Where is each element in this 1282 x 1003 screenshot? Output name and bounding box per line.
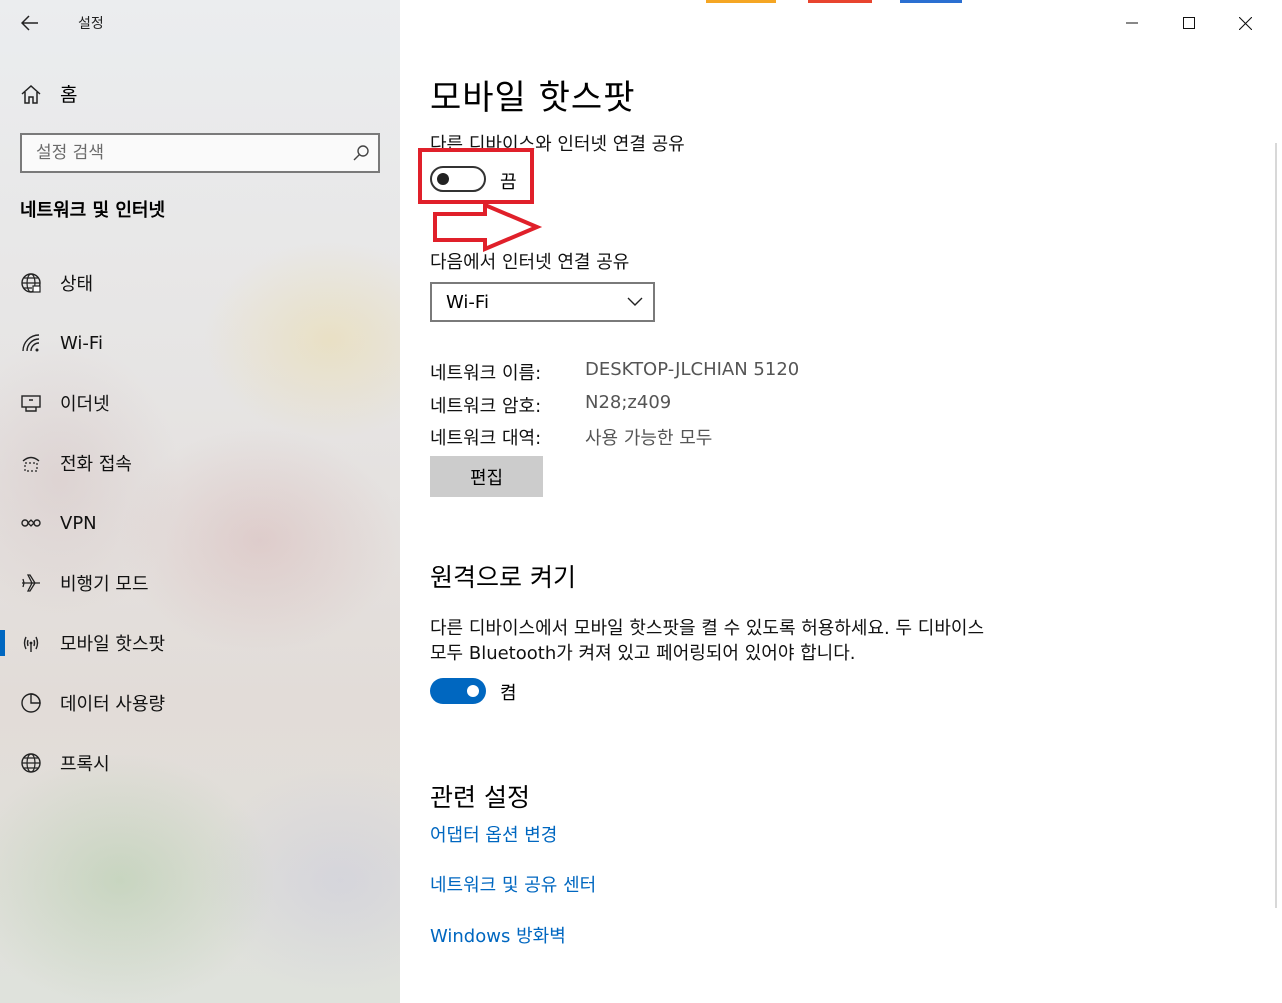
back-arrow-icon bbox=[21, 15, 38, 31]
maximize-icon bbox=[1182, 17, 1195, 29]
remote-toggle-label: 켬 bbox=[500, 683, 517, 704]
remote-toggle[interactable] bbox=[430, 678, 486, 704]
home-icon bbox=[21, 84, 41, 104]
related-settings-title: 관련 설정 bbox=[430, 783, 530, 812]
dropdown-value: Wi-Fi bbox=[446, 291, 489, 313]
maximize-button[interactable] bbox=[1160, 0, 1217, 46]
globe-status-icon bbox=[21, 273, 41, 293]
background-window-edge bbox=[900, 0, 962, 3]
sidebar-item-dialup[interactable]: 전화 접속 bbox=[0, 433, 400, 493]
sidebar-item-label: 프록시 bbox=[60, 754, 110, 775]
sidebar-item-wifi[interactable]: Wi-Fi bbox=[0, 313, 400, 373]
sidebar: 설정 홈 네트워크 및 인터넷 상태 W bbox=[0, 0, 400, 1003]
sidebar-item-label: 모바일 핫스팟 bbox=[60, 634, 166, 655]
sidebar-item-status[interactable]: 상태 bbox=[0, 253, 400, 313]
ethernet-icon bbox=[21, 395, 41, 412]
sidebar-item-proxy[interactable]: 프록시 bbox=[0, 733, 400, 793]
network-band-value: 사용 가능한 모두 bbox=[585, 428, 713, 449]
sidebar-home[interactable]: 홈 bbox=[20, 80, 77, 107]
proxy-globe-icon bbox=[21, 753, 41, 773]
background-window-edge bbox=[808, 0, 872, 3]
remote-title: 원격으로 켜기 bbox=[430, 563, 576, 592]
window-controls bbox=[1103, 0, 1274, 46]
share-from-dropdown[interactable]: Wi-Fi bbox=[430, 282, 655, 322]
search-box[interactable] bbox=[20, 133, 380, 173]
vpn-icon bbox=[21, 519, 41, 527]
close-button[interactable] bbox=[1217, 0, 1274, 46]
airplane-icon bbox=[22, 574, 40, 592]
link-adapter-options[interactable]: 어댑터 옵션 변경 bbox=[430, 821, 557, 847]
sidebar-item-label: Wi-Fi bbox=[60, 332, 103, 354]
sidebar-item-data-usage[interactable]: 데이터 사용량 bbox=[0, 673, 400, 733]
share-toggle[interactable] bbox=[430, 166, 486, 192]
sidebar-item-airplane[interactable]: 비행기 모드 bbox=[0, 553, 400, 613]
sidebar-item-label: 상태 bbox=[60, 274, 94, 295]
minimize-button[interactable] bbox=[1103, 0, 1160, 46]
back-button[interactable] bbox=[14, 8, 46, 38]
sidebar-nav: 상태 Wi-Fi 이더넷 전화 접속 VPN 비행기 모드 모바일 핫스팟 데이… bbox=[0, 253, 400, 793]
sidebar-item-mobile-hotspot[interactable]: 모바일 핫스팟 bbox=[0, 613, 400, 673]
toggle-knob bbox=[467, 685, 479, 697]
network-password-value: N28;z409 bbox=[585, 392, 672, 413]
chevron-down-icon bbox=[627, 297, 643, 306]
sidebar-item-label: 데이터 사용량 bbox=[60, 694, 166, 715]
network-password-label: 네트워크 암호: bbox=[430, 396, 542, 417]
scrollbar[interactable] bbox=[1275, 143, 1277, 908]
dialup-icon bbox=[22, 456, 40, 472]
sidebar-section-title: 네트워크 및 인터넷 bbox=[20, 200, 166, 221]
network-name-label: 네트워크 이름: bbox=[430, 363, 542, 384]
background-window-edge bbox=[706, 0, 776, 3]
search-icon[interactable] bbox=[352, 144, 370, 162]
edit-button[interactable]: 편집 bbox=[430, 456, 543, 497]
annotation-arrow-icon bbox=[433, 203, 543, 253]
sidebar-item-label: 이더넷 bbox=[60, 394, 110, 415]
home-label: 홈 bbox=[60, 84, 78, 106]
sidebar-item-label: VPN bbox=[60, 512, 97, 534]
network-name-value: DESKTOP-JLCHIAN 5120 bbox=[585, 359, 800, 380]
page-title: 모바일 핫스팟 bbox=[430, 78, 636, 118]
toggle-knob bbox=[437, 173, 449, 185]
search-input[interactable] bbox=[22, 135, 378, 171]
share-from-label: 다음에서 인터넷 연결 공유 bbox=[430, 252, 630, 273]
sidebar-item-label: 전화 접속 bbox=[60, 454, 132, 475]
remote-description: 다른 디바이스에서 모바일 핫스팟을 켤 수 있도록 허용하세요. 두 디바이스… bbox=[430, 618, 985, 664]
network-band-label: 네트워크 대역: bbox=[430, 428, 542, 449]
data-usage-icon bbox=[21, 693, 41, 713]
main-content: 모바일 핫스팟 다른 디바이스와 인터넷 연결 공유 끔 다음에서 인터넷 연결… bbox=[400, 0, 1282, 1003]
sidebar-item-label: 비행기 모드 bbox=[60, 574, 149, 595]
share-toggle-label: 끔 bbox=[500, 172, 517, 193]
hotspot-icon bbox=[23, 636, 39, 652]
close-icon bbox=[1239, 16, 1252, 30]
sidebar-item-ethernet[interactable]: 이더넷 bbox=[0, 373, 400, 433]
link-network-sharing-center[interactable]: 네트워크 및 공유 센터 bbox=[430, 871, 596, 897]
link-windows-firewall[interactable]: Windows 방화벽 bbox=[430, 922, 566, 948]
sidebar-item-vpn[interactable]: VPN bbox=[0, 493, 400, 553]
minimize-icon bbox=[1125, 22, 1138, 24]
wifi-icon bbox=[22, 334, 40, 352]
window-title: 설정 bbox=[78, 16, 104, 32]
